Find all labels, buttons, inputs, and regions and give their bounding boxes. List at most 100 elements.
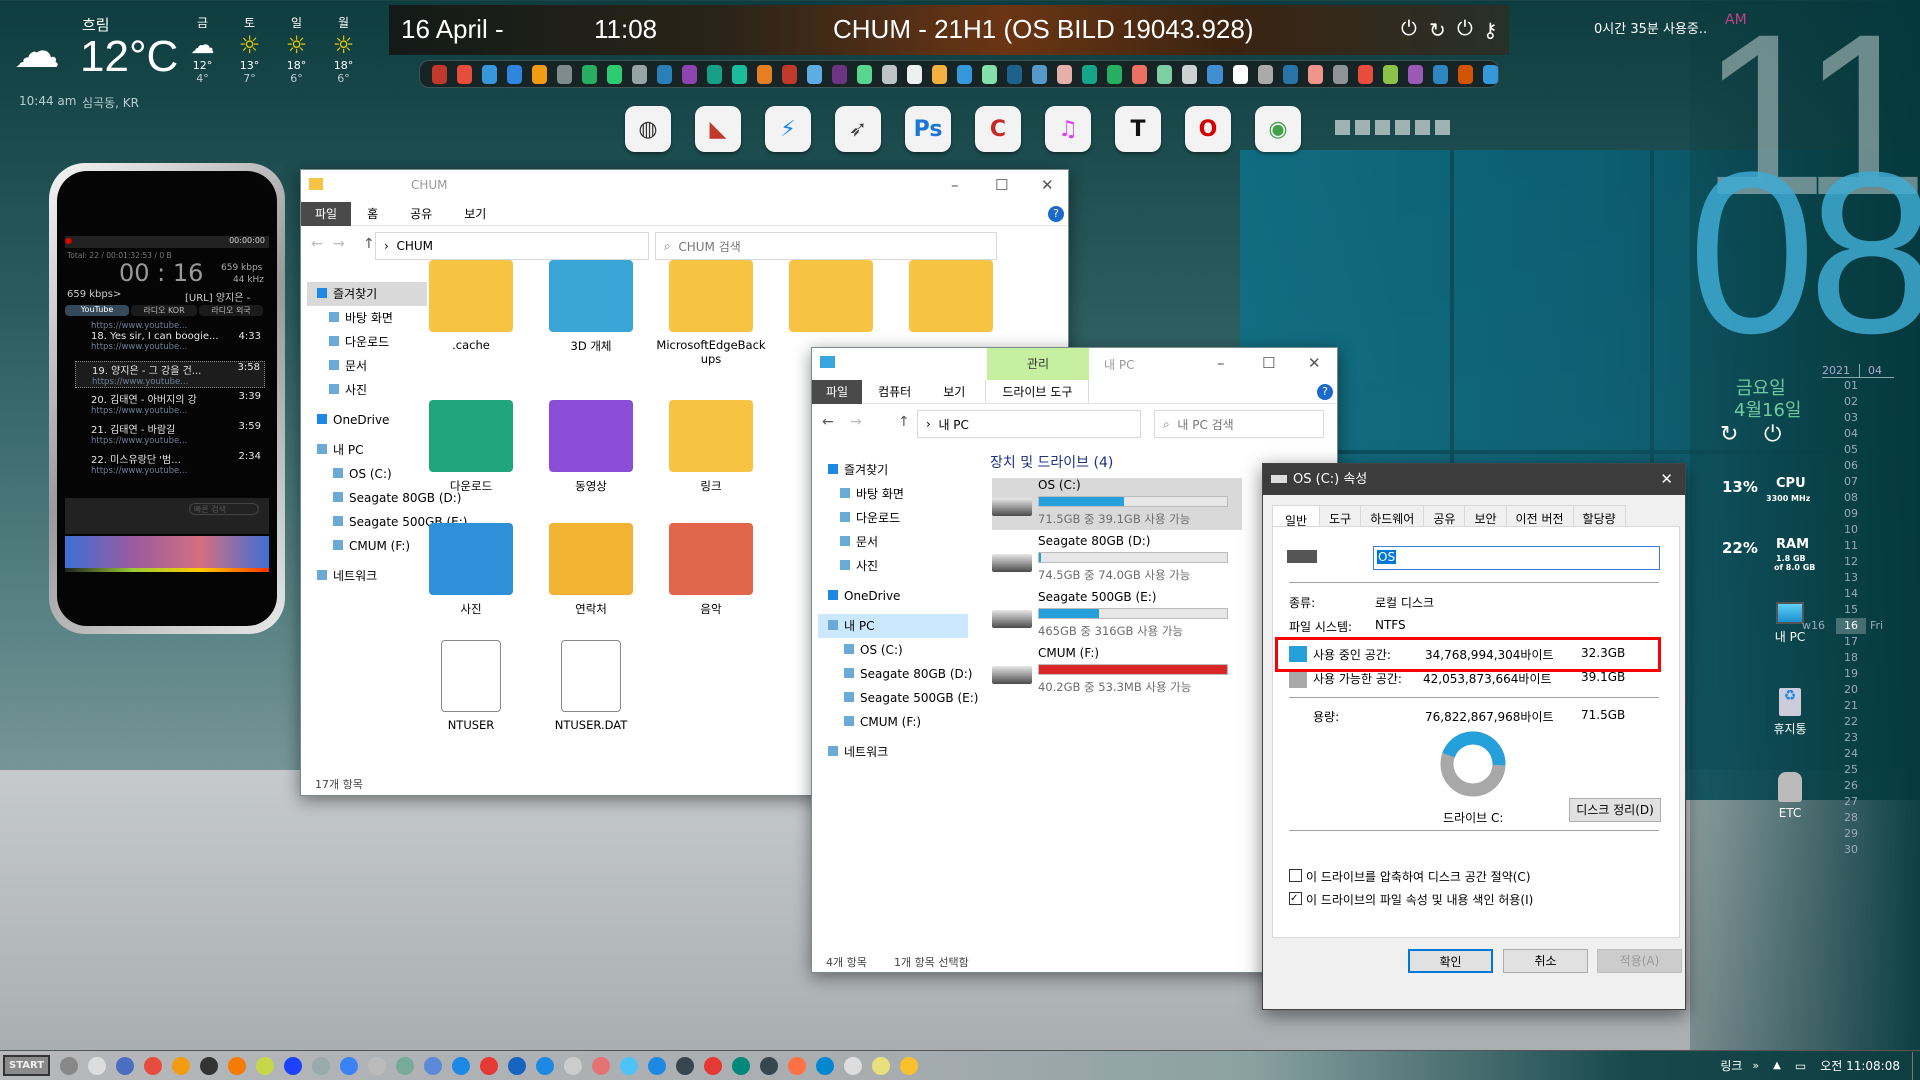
nav-item[interactable]: 즐겨찾기	[307, 282, 427, 306]
quick-launch-app-icon[interactable]	[1432, 64, 1448, 84]
compress-label[interactable]: 이 드라이브를 압축하여 디스크 공간 절약(C)	[1306, 868, 1531, 885]
close-button[interactable]: ✕	[1041, 176, 1054, 194]
power-icon[interactable]: ⏻	[1764, 422, 1781, 447]
nav-item[interactable]: OS (C:)	[307, 462, 427, 486]
taskbar-app-icon[interactable]	[228, 1056, 247, 1075]
taskbar-app-icon[interactable]	[676, 1056, 695, 1075]
quick-launch-app-icon[interactable]	[632, 64, 648, 84]
taskbar-app-icon[interactable]	[452, 1056, 471, 1075]
playlist-item[interactable]: 22. 미스유랑단 '범... 2:34 https://www.youtube..…	[75, 451, 265, 476]
quick-launch-app-icon[interactable]	[607, 64, 623, 84]
tab-view[interactable]: 보기	[448, 202, 502, 226]
workspace-3[interactable]	[1375, 120, 1390, 135]
ok-button[interactable]: 확인	[1408, 949, 1493, 973]
tab-computer[interactable]: 컴퓨터	[862, 380, 927, 404]
quick-launch-app-icon[interactable]	[932, 64, 948, 84]
back-icon[interactable]: ←	[822, 414, 834, 430]
maximize-button[interactable]: ☐	[995, 176, 1008, 194]
drive-item[interactable]: Seagate 80GB (D:) 74.5GB 중 74.0GB 사용 가능	[992, 534, 1242, 586]
drive-item[interactable]: CMUM (F:) 40.2GB 중 53.3MB 사용 가능	[992, 646, 1242, 698]
quick-launch-app-icon[interactable]	[1257, 64, 1273, 84]
tab-radio-kor[interactable]: 라디오 KOR	[131, 305, 197, 316]
search-input[interactable]: ⌕ 내 PC 검색	[1154, 410, 1324, 438]
help-icon[interactable]: ?	[1317, 383, 1333, 400]
nav-item[interactable]: CMUM (F:)	[818, 710, 968, 734]
quick-launch-app-icon[interactable]	[707, 64, 723, 84]
up-icon[interactable]: ↑	[363, 236, 375, 252]
forward-icon[interactable]: →	[850, 414, 862, 430]
quick-launch-app-icon[interactable]	[1032, 64, 1048, 84]
nav-item[interactable]: Seagate 500GB (E:)	[818, 686, 978, 710]
nav-item[interactable]: 네트워크	[818, 740, 968, 764]
nav-item[interactable]: 내 PC	[818, 614, 968, 638]
quick-launch-app-icon[interactable]	[1457, 64, 1473, 84]
manage-tab[interactable]: 관리	[987, 348, 1089, 380]
drive-item[interactable]: Seagate 500GB (E:) 465GB 중 316GB 사용 가능	[992, 590, 1242, 642]
quick-launch-app-icon[interactable]	[657, 64, 673, 84]
nav-item[interactable]: 다운로드	[818, 506, 968, 530]
playlist-item[interactable]: 19. 양지은 - 그 강을 건... 3:58 https://www.youtu…	[75, 361, 265, 388]
quick-launch-app-icon[interactable]	[1182, 64, 1198, 84]
quick-launch-app-icon[interactable]	[1107, 64, 1123, 84]
close-button[interactable]: ✕	[1660, 464, 1673, 495]
nav-item[interactable]: 다운로드	[307, 330, 427, 354]
index-label[interactable]: 이 드라이브의 파일 속성 및 내용 색인 허용(I)	[1306, 891, 1533, 908]
taskbar-app-icon[interactable]	[200, 1056, 219, 1075]
nav-item[interactable]: Seagate 80GB (D:)	[307, 486, 462, 510]
nav-item[interactable]: CMUM (F:)	[307, 534, 427, 558]
quick-launch-app-icon[interactable]	[957, 64, 973, 84]
workspace-4[interactable]	[1395, 120, 1410, 135]
photoshop-icon[interactable]: Ps	[905, 106, 951, 152]
nav-item[interactable]: 즐겨찾기	[818, 458, 968, 482]
quick-launch-app-icon[interactable]	[532, 64, 548, 84]
file-item[interactable]: 연락처	[536, 523, 646, 617]
taskbar-app-icon[interactable]	[60, 1056, 79, 1075]
broom-app-icon[interactable]: ➶	[835, 106, 881, 152]
nav-item[interactable]: Seagate 500GB (E:)	[307, 510, 467, 534]
show-desktop-button[interactable]	[1912, 1051, 1920, 1080]
quick-launch-app-icon[interactable]	[982, 64, 998, 84]
taskbar-app-icon[interactable]	[116, 1056, 135, 1075]
file-item[interactable]: 사진	[416, 523, 526, 617]
tab-drive-tools[interactable]: 드라이브 도구	[985, 379, 1090, 404]
file-item[interactable]: 링크	[656, 400, 766, 494]
shutdown-icon[interactable]: ⏻	[1401, 18, 1417, 41]
tab-share[interactable]: 공유	[394, 202, 448, 226]
network-icon[interactable]: ▭	[1795, 1059, 1806, 1073]
nav-item[interactable]: 사진	[818, 554, 968, 578]
address-bar[interactable]: › CHUM	[375, 232, 649, 260]
quick-launch-app-icon[interactable]	[807, 64, 823, 84]
taskbar-app-icon[interactable]	[424, 1056, 443, 1075]
workspace-1[interactable]	[1335, 120, 1350, 135]
file-item[interactable]	[896, 260, 1006, 338]
minimize-button[interactable]: –	[951, 176, 959, 194]
playlist-item[interactable]: 21. 김태연 - 바람길 3:59 https://www.youtube...	[75, 421, 265, 446]
search-input[interactable]: ⌕ CHUM 검색	[655, 232, 997, 260]
chevron-icon[interactable]: »	[1752, 1059, 1759, 1072]
volume-name-input[interactable]: OS	[1373, 546, 1660, 570]
taskbar-app-icon[interactable]	[788, 1056, 807, 1075]
nav-item[interactable]: 바탕 화면	[818, 482, 968, 506]
back-icon[interactable]: ←	[311, 236, 323, 252]
quick-launch-app-icon[interactable]	[557, 64, 573, 84]
drive-item[interactable]: OS (C:) 71.5GB 중 39.1GB 사용 가능	[992, 478, 1242, 530]
help-icon[interactable]: ?	[1048, 205, 1064, 222]
quick-launch-app-icon[interactable]	[482, 64, 498, 84]
taskbar-app-icon[interactable]	[172, 1056, 191, 1075]
quick-launch-app-icon[interactable]	[782, 64, 798, 84]
links-toolbar[interactable]: 링크	[1720, 1057, 1742, 1074]
taskbar-app-icon[interactable]	[872, 1056, 891, 1075]
file-item[interactable]: NTUSER.DAT	[536, 640, 646, 732]
nav-item[interactable]: 바탕 화면	[307, 306, 427, 330]
nav-item[interactable]: 사진	[307, 378, 427, 402]
nav-item[interactable]: 내 PC	[307, 438, 427, 462]
forward-icon[interactable]: →	[333, 236, 345, 252]
taskbar-app-icon[interactable]	[816, 1056, 835, 1075]
taskbar-app-icon[interactable]	[648, 1056, 667, 1075]
quick-launch-app-icon[interactable]	[1482, 64, 1498, 84]
quick-launch-app-icon[interactable]	[457, 64, 473, 84]
chart-app-icon[interactable]: ◣	[695, 106, 741, 152]
tab-file[interactable]: 파일	[812, 379, 863, 404]
tab-youtube[interactable]: YouTube	[65, 305, 129, 316]
quick-launch-app-icon[interactable]	[832, 64, 848, 84]
